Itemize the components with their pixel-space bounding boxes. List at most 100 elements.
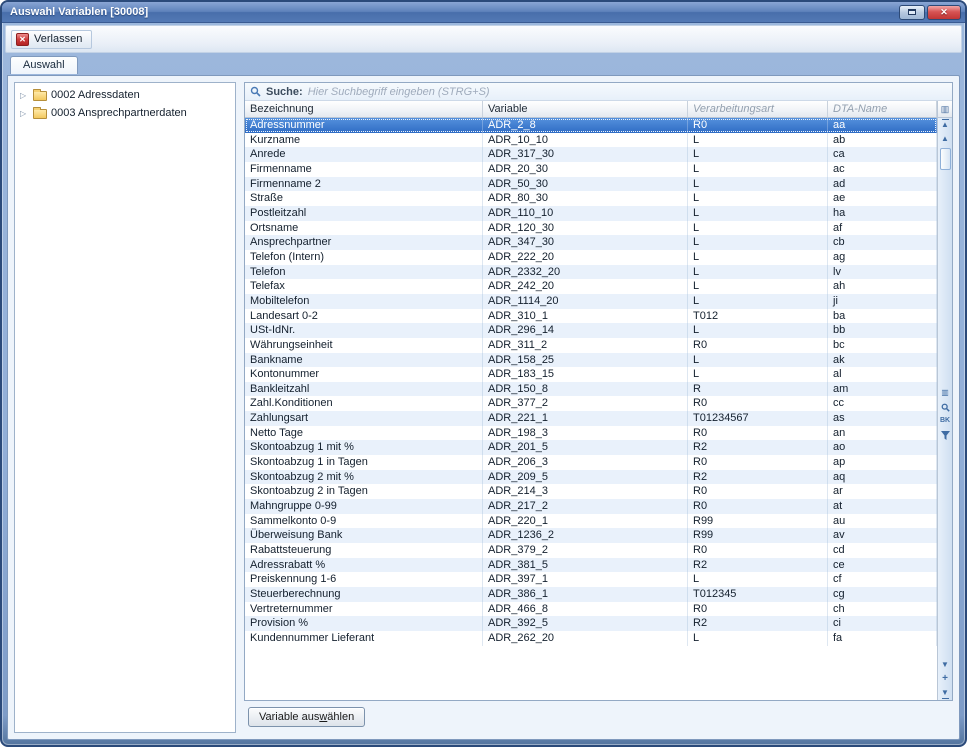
table-row[interactable]: KontonummerADR_183_15Lal: [245, 367, 937, 382]
cell: R2: [688, 558, 828, 573]
table-row[interactable]: Landesart 0-2ADR_310_1T012ba: [245, 309, 937, 324]
cell: ADR_392_5: [483, 616, 688, 631]
tree: ▷0002 Adressdaten▷0003 Ansprechpartnerda…: [14, 82, 236, 733]
grid-scrollbar[interactable]: ▥ ▲ ▲ ▥: [937, 101, 952, 700]
cell: al: [828, 367, 937, 382]
table-row[interactable]: Adressrabatt %ADR_381_5R2ce: [245, 558, 937, 573]
table-row[interactable]: Skontoabzug 2 in TagenADR_214_3R0ar: [245, 484, 937, 499]
cell: Preiskennung 1-6: [245, 572, 483, 587]
scrollbar-thumb[interactable]: [940, 148, 951, 170]
grid-columns-area: BezeichnungVariableVerarbeitungsartDTA-N…: [245, 101, 937, 700]
table-row[interactable]: Überweisung BankADR_1236_2R99av: [245, 528, 937, 543]
scroll-up-icon: ▲: [941, 135, 949, 143]
table-row[interactable]: StraßeADR_80_30Lae: [245, 191, 937, 206]
cell: R0: [688, 602, 828, 617]
variable-auswaehlen-button[interactable]: Variable auswählen: [248, 707, 365, 727]
cell: Adressrabatt %: [245, 558, 483, 573]
table-row[interactable]: AnredeADR_317_30Lca: [245, 147, 937, 162]
cell: T01234567: [688, 411, 828, 426]
window-title: Auswahl Variablen [30008]: [10, 6, 148, 18]
table-row[interactable]: AdressnummerADR_2_8R0aa: [245, 118, 937, 133]
table-row[interactable]: PostleitzahlADR_110_10Lha: [245, 206, 937, 221]
table-row[interactable]: Provision %ADR_392_5R2ci: [245, 616, 937, 631]
cell: ADR_377_2: [483, 396, 688, 411]
table-row[interactable]: Kundennummer LieferantADR_262_20Lfa: [245, 631, 937, 646]
table-row[interactable]: TelefonADR_2332_20Llv: [245, 265, 937, 280]
search-label: Suche:: [266, 86, 303, 98]
table-row[interactable]: OrtsnameADR_120_30Laf: [245, 221, 937, 236]
table-row[interactable]: Telefon (Intern)ADR_222_20Lag: [245, 250, 937, 265]
table-row[interactable]: Sammelkonto 0-9ADR_220_1R99au: [245, 514, 937, 529]
close-button[interactable]: ✕: [927, 5, 961, 20]
search-input[interactable]: [308, 86, 952, 98]
bookmark-button[interactable]: BK: [939, 415, 952, 427]
table-row[interactable]: WährungseinheitADR_311_2R0bc: [245, 338, 937, 353]
cell: ci: [828, 616, 937, 631]
cell: ak: [828, 353, 937, 368]
filter-button[interactable]: [939, 429, 952, 441]
columns-icon: ▥: [941, 389, 949, 397]
cell: ADR_206_3: [483, 455, 688, 470]
cell: Überweisung Bank: [245, 528, 483, 543]
table-row[interactable]: Preiskennung 1-6ADR_397_1Lcf: [245, 572, 937, 587]
cell: R0: [688, 426, 828, 441]
table-row[interactable]: Mahngruppe 0-99ADR_217_2R0at: [245, 499, 937, 514]
expand-icon[interactable]: ▷: [20, 109, 29, 118]
table-row[interactable]: USt-IdNr.ADR_296_14Lbb: [245, 323, 937, 338]
cell: ADR_110_10: [483, 206, 688, 221]
table-row[interactable]: RabattsteuerungADR_379_2R0cd: [245, 543, 937, 558]
table-row[interactable]: VertreternummerADR_466_8R0ch: [245, 602, 937, 617]
table-row[interactable]: KurznameADR_10_10Lab: [245, 133, 937, 148]
restore-button[interactable]: [899, 5, 925, 20]
table-row[interactable]: Zahl.KonditionenADR_377_2R0cc: [245, 396, 937, 411]
add-button[interactable]: +: [939, 673, 952, 685]
cell: ADR_317_30: [483, 147, 688, 162]
column-chooser-button[interactable]: ▥: [938, 101, 952, 118]
table-row[interactable]: BanknameADR_158_25Lak: [245, 353, 937, 368]
column-header[interactable]: DTA-Name: [828, 101, 937, 117]
tree-item[interactable]: ▷0003 Ansprechpartnerdaten: [15, 104, 235, 122]
cell: L: [688, 221, 828, 236]
cell: ADR_158_25: [483, 353, 688, 368]
cell: Währungseinheit: [245, 338, 483, 353]
table-row[interactable]: AnsprechpartnerADR_347_30Lcb: [245, 235, 937, 250]
table-row[interactable]: Firmenname 2ADR_50_30Lad: [245, 177, 937, 192]
cell: Telefax: [245, 279, 483, 294]
cell: Mahngruppe 0-99: [245, 499, 483, 514]
tree-item[interactable]: ▷0002 Adressdaten: [15, 86, 235, 104]
tab-auswahl[interactable]: Auswahl: [10, 56, 78, 74]
column-header[interactable]: Verarbeitungsart: [688, 101, 828, 117]
cell: Skontoabzug 2 mit %: [245, 470, 483, 485]
customize-columns-button[interactable]: ▥: [939, 387, 952, 399]
cell: ADR_150_8: [483, 382, 688, 397]
table-row[interactable]: Netto TageADR_198_3R0an: [245, 426, 937, 441]
scroll-to-top-button[interactable]: ▲: [939, 119, 952, 131]
table-row[interactable]: ZahlungsartADR_221_1T01234567as: [245, 411, 937, 426]
column-header[interactable]: Variable: [483, 101, 688, 117]
table-row[interactable]: Skontoabzug 2 mit %ADR_209_5R2aq: [245, 470, 937, 485]
column-header[interactable]: Bezeichnung: [245, 101, 483, 117]
cell: as: [828, 411, 937, 426]
toolbar: ✕ Verlassen: [5, 25, 962, 53]
scroll-down-button[interactable]: ▼: [939, 659, 952, 671]
table-row[interactable]: Skontoabzug 1 in TagenADR_206_3R0ap: [245, 455, 937, 470]
table-row[interactable]: FirmennameADR_20_30Lac: [245, 162, 937, 177]
table-row[interactable]: SteuerberechnungADR_386_1T012345cg: [245, 587, 937, 602]
cell: Landesart 0-2: [245, 309, 483, 324]
expand-icon[interactable]: ▷: [20, 91, 29, 100]
cell: af: [828, 221, 937, 236]
cell: Bankname: [245, 353, 483, 368]
scroll-to-bottom-button[interactable]: ▼: [939, 687, 952, 699]
window-titlebar[interactable]: Auswahl Variablen [30008] ✕: [2, 2, 965, 23]
cell: Skontoabzug 2 in Tagen: [245, 484, 483, 499]
cell: ADR_397_1: [483, 572, 688, 587]
find-button[interactable]: [939, 401, 952, 413]
verlassen-button[interactable]: ✕ Verlassen: [11, 30, 92, 49]
table-row[interactable]: Skontoabzug 1 mit %ADR_201_5R2ao: [245, 440, 937, 455]
scroll-up-button[interactable]: ▲: [939, 133, 952, 145]
table-row[interactable]: TelefaxADR_242_20Lah: [245, 279, 937, 294]
cell: ce: [828, 558, 937, 573]
table-row[interactable]: MobiltelefonADR_1114_20Lji: [245, 294, 937, 309]
cell: ADR_209_5: [483, 470, 688, 485]
table-row[interactable]: BankleitzahlADR_150_8Ram: [245, 382, 937, 397]
